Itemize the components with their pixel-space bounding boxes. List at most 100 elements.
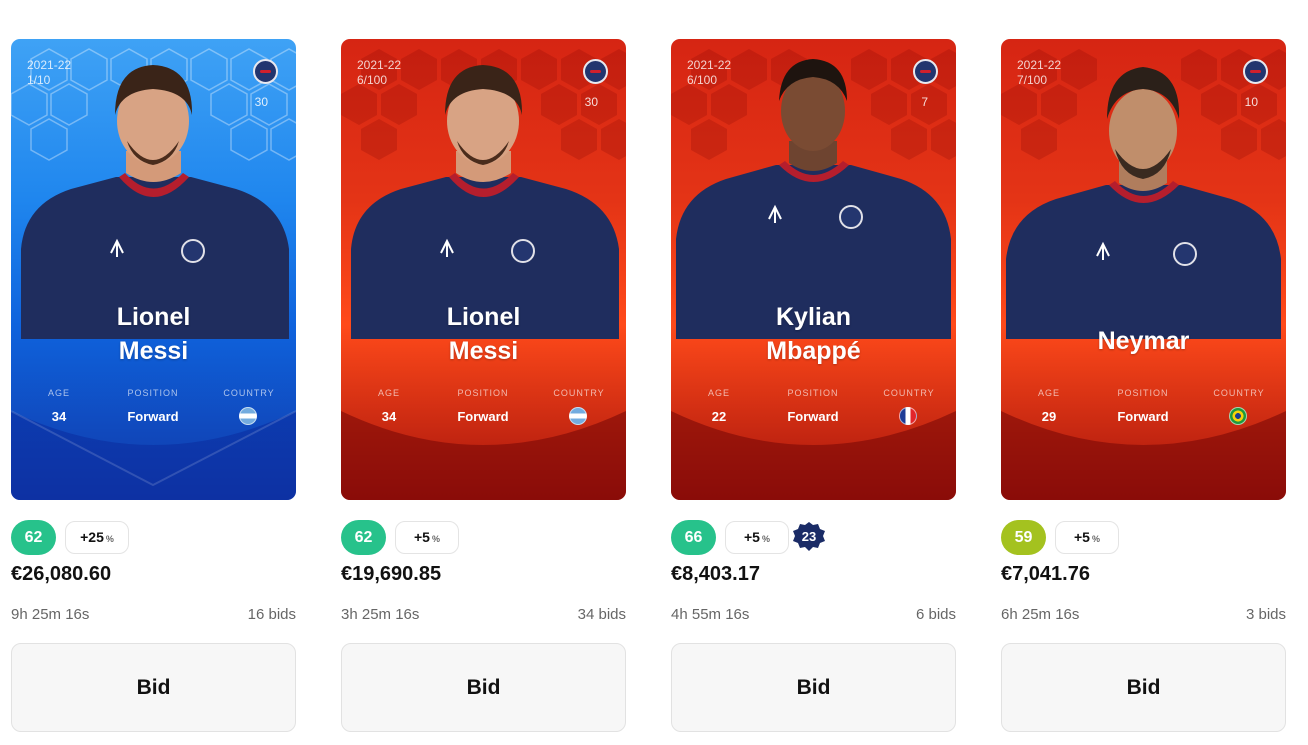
auction-item: 2021-22 6/100 7 Kylian Mbappé AGE POSITI…	[671, 39, 956, 732]
bid-button[interactable]: Bid	[671, 643, 956, 732]
bonus-unit: %	[761, 534, 770, 544]
season-label: 2021-22	[687, 58, 732, 72]
price: €26,080.60	[11, 563, 112, 585]
season-label: 2021-22	[27, 58, 72, 72]
serial-label: 6/100	[687, 73, 718, 87]
country-label: COUNTRY	[223, 388, 275, 398]
bonus-badge: +5%	[395, 521, 459, 554]
player-card[interactable]: 2021-22 7/100 10 Neymar AGE POSITION COU…	[1001, 39, 1286, 500]
score-badge: 66	[671, 520, 716, 555]
card-stats: 59 +5%	[1001, 520, 1286, 566]
player-name: Lionel Messi	[341, 300, 626, 368]
score-badge: 62	[11, 520, 56, 555]
bonus-value: +5	[414, 529, 430, 545]
club-badge-icon	[913, 59, 938, 84]
bonus-badge: +25%	[65, 521, 129, 554]
season-serial: 2021-22 6/100	[687, 58, 731, 88]
age-label: AGE	[377, 388, 400, 398]
season-serial: 2021-22 1/10	[27, 58, 71, 88]
country-label: COUNTRY	[553, 388, 605, 398]
age-value: 22	[711, 409, 727, 424]
player-card[interactable]: 2021-22 6/100 7 Kylian Mbappé AGE POSITI…	[671, 39, 956, 500]
time-remaining: 6h 25m 16s	[1001, 606, 1080, 623]
player-name: Neymar	[1001, 324, 1286, 358]
club-badge-icon	[253, 59, 278, 84]
position-value: Forward	[1117, 409, 1169, 424]
auction-item: 2021-22 1/10 30 Lionel Messi AGE POSITIO…	[11, 39, 296, 732]
auction-grid: 2021-22 1/10 30 Lionel Messi AGE POSITIO…	[11, 39, 1301, 739]
price: €19,690.85	[341, 563, 442, 585]
price: €7,041.76	[1001, 563, 1090, 585]
bonus-badge: +5%	[1055, 521, 1119, 554]
jersey-number: 30	[584, 95, 598, 109]
player-first-name: Lionel	[116, 303, 191, 331]
player-last-name: Messi	[448, 337, 519, 365]
bid-count: 3 bids	[1245, 606, 1286, 623]
serial-label: 1/10	[27, 73, 51, 87]
time-remaining: 3h 25m 16s	[341, 606, 420, 623]
argentina-flag-icon	[569, 407, 587, 425]
auction-item: 2021-22 7/100 10 Neymar AGE POSITION COU…	[1001, 39, 1286, 732]
position-label: POSITION	[127, 388, 179, 398]
card-stats: 62 +5%	[341, 520, 626, 566]
country-label: COUNTRY	[1213, 388, 1265, 398]
time-remaining: 4h 55m 16s	[671, 606, 750, 623]
player-first-name: Kylian	[775, 303, 852, 331]
bid-count: 16 bids	[247, 606, 296, 623]
age-value: 34	[381, 409, 397, 424]
jersey-number: 7	[921, 95, 928, 109]
serial-label: 7/100	[1017, 73, 1048, 87]
serial-badge-text: 23	[802, 529, 816, 544]
player-last-name: Messi	[118, 337, 189, 365]
bonus-badge: +5%	[725, 521, 789, 554]
position-label: POSITION	[457, 388, 509, 398]
player-card[interactable]: 2021-22 1/10 30 Lionel Messi AGE POSITIO…	[11, 39, 296, 500]
bonus-unit: %	[105, 534, 114, 544]
bid-button[interactable]: Bid	[11, 643, 296, 732]
score-badge: 59	[1001, 520, 1046, 555]
serial-label: 6/100	[357, 73, 388, 87]
position-label: POSITION	[1117, 388, 1169, 398]
bid-button[interactable]: Bid	[341, 643, 626, 732]
age-value: 34	[51, 409, 67, 424]
bid-count: 34 bids	[577, 606, 626, 623]
season-serial: 2021-22 6/100	[357, 58, 401, 88]
position-value: Forward	[457, 409, 509, 424]
bid-button[interactable]: Bid	[1001, 643, 1286, 732]
player-card[interactable]: 2021-22 6/100 30 Lionel Messi AGE POSITI…	[341, 39, 626, 500]
age-value: 29	[1041, 409, 1057, 424]
age-label: AGE	[1037, 388, 1060, 398]
serial-number-badge: 23	[793, 522, 825, 551]
bonus-value: +5	[744, 529, 760, 545]
season-label: 2021-22	[357, 58, 402, 72]
position-label: POSITION	[787, 388, 839, 398]
player-name: Lionel Messi	[11, 300, 296, 368]
season-serial: 2021-22 7/100	[1017, 58, 1061, 88]
country-label: COUNTRY	[883, 388, 935, 398]
age-label: AGE	[707, 388, 730, 398]
position-value: Forward	[127, 409, 179, 424]
argentina-flag-icon	[239, 407, 257, 425]
position-value: Forward	[787, 409, 839, 424]
club-badge-icon	[583, 59, 608, 84]
card-stats: 66 +5% 23	[671, 520, 956, 566]
player-last-name: Neymar	[1097, 327, 1190, 355]
bonus-value: +25	[80, 529, 104, 545]
jersey-number: 10	[1244, 95, 1258, 109]
bonus-unit: %	[431, 534, 440, 544]
jersey-number: 30	[254, 95, 268, 109]
bonus-unit: %	[1091, 534, 1100, 544]
player-name: Kylian Mbappé	[671, 300, 956, 368]
time-remaining: 9h 25m 16s	[11, 606, 90, 623]
france-flag-icon	[899, 407, 917, 425]
bonus-value: +5	[1074, 529, 1090, 545]
bid-count: 6 bids	[915, 606, 956, 623]
season-label: 2021-22	[1017, 58, 1062, 72]
score-badge: 62	[341, 520, 386, 555]
club-badge-icon	[1243, 59, 1268, 84]
price: €8,403.17	[671, 563, 760, 585]
auction-item: 2021-22 6/100 30 Lionel Messi AGE POSITI…	[341, 39, 626, 732]
brazil-flag-icon	[1229, 407, 1247, 425]
age-label: AGE	[47, 388, 70, 398]
card-stats: 62 +25%	[11, 520, 296, 566]
